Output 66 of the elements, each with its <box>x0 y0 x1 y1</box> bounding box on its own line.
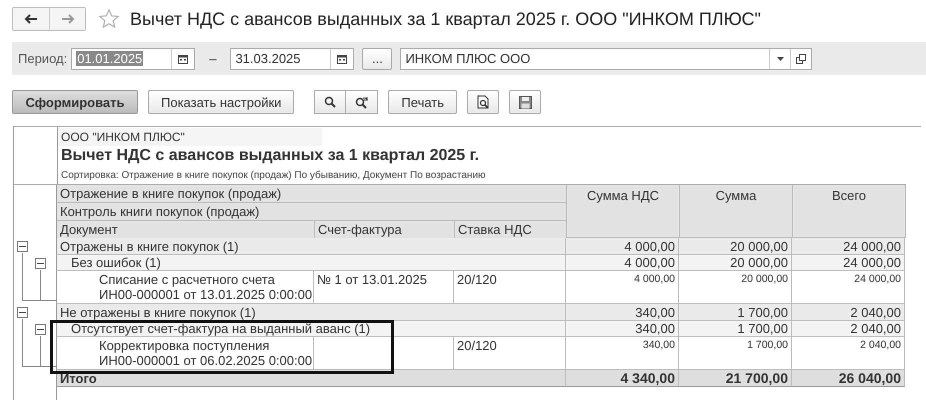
column-header: Отражение в книге покупок (продаж) <box>57 185 567 203</box>
search-refresh-icon <box>354 96 369 108</box>
report-organization: ООО "ИНКОМ ПЛЮС" <box>58 128 322 146</box>
page-magnifier-icon <box>476 95 490 109</box>
collapse-toggle[interactable] <box>17 241 28 252</box>
collapse-toggle[interactable] <box>35 258 46 269</box>
table-cell: 340,00 <box>566 321 679 337</box>
collapse-toggle[interactable] <box>17 307 28 318</box>
group-label: Не отражены в книге покупок (1) <box>56 304 566 321</box>
group-label: Отсутствует счет-фактура на выданный аванс (1) <box>56 321 566 337</box>
search-button[interactable] <box>314 90 346 114</box>
table-cell: 2 040,00 <box>792 321 905 337</box>
search-icon <box>324 96 336 108</box>
period-label: Период: <box>18 51 68 66</box>
table-cell: 340,00 <box>566 337 679 370</box>
column-header: Ставка НДС <box>455 221 567 239</box>
table-cell: 2 040,00 <box>792 337 905 370</box>
table-cell: № 1 от 13.01.2025 <box>314 271 454 304</box>
forward-arrow-icon <box>60 14 74 24</box>
table-cell: 20 000,00 <box>679 271 792 304</box>
table-cell: 4 000,00 <box>566 271 679 304</box>
save-button[interactable] <box>509 90 542 114</box>
print-button[interactable]: Печать <box>388 90 458 114</box>
preview-button[interactable] <box>467 90 500 114</box>
generate-button[interactable]: Сформировать <box>12 90 138 114</box>
table-cell: 21 700,00 <box>679 370 792 387</box>
table-cell: 24 000,00 <box>792 255 905 271</box>
table-cell: 1 700,00 <box>679 337 792 370</box>
column-header: Счет-фактура <box>315 221 455 239</box>
window-title: Вычет НДС с авансов выданных за 1 квартал 2025 г. ООО "ИНКОМ ПЛЮС" <box>130 8 761 30</box>
document-cell: Списание с расчетного счета ИН00-000001 от 13.01.2025 0:00:00 <box>56 271 314 304</box>
table-cell: 24 000,00 <box>792 238 905 255</box>
table-cell: 4 340,00 <box>566 370 679 387</box>
table-cell: 26 040,00 <box>792 370 905 387</box>
back-button[interactable] <box>13 8 49 30</box>
group-label: Отражены в книге покупок (1) <box>56 238 566 255</box>
table-cell: 20 000,00 <box>679 255 792 271</box>
table-cell: 1 700,00 <box>679 304 792 321</box>
table-cell: 20/120 <box>454 337 566 370</box>
organization-field[interactable]: ИНКОМ ПЛЮС ООО <box>400 48 812 70</box>
date-to-field[interactable]: 31.03.2025 <box>230 48 354 70</box>
column-header: Документ <box>57 221 315 239</box>
sort-note: Сортировка: Отражение в книге покупок (продаж) По убыванию, Документ По возрастанию <box>60 169 487 183</box>
table-cell: 24 000,00 <box>792 271 905 304</box>
search-refresh-button[interactable] <box>346 90 378 114</box>
table-cell: 4 000,00 <box>566 238 679 255</box>
column-header: Всего <box>793 185 906 238</box>
table-cell: 4 000,00 <box>566 255 679 271</box>
table-cell: 20 000,00 <box>679 238 792 255</box>
star-icon[interactable] <box>98 8 120 30</box>
column-header: Сумма НДС <box>567 185 680 238</box>
document-cell: Корректировка поступления ИН00-000001 от 06.02.2025 0:00:00 <box>56 337 314 370</box>
group-label: Без ошибок (1) <box>56 255 566 271</box>
table-cell: 340,00 <box>566 304 679 321</box>
table-cell: 1 700,00 <box>679 321 792 337</box>
report-title: Вычет НДС с авансов выданных за 1 квартал 2025 г. <box>60 146 480 166</box>
period-select-button[interactable]: ... <box>362 48 392 70</box>
table-cell: 20/120 <box>454 271 566 304</box>
column-header: Контроль книги покупок (продаж) <box>57 203 567 221</box>
date-from-field[interactable]: 01.01.2025 <box>71 48 196 70</box>
back-arrow-icon <box>24 14 38 24</box>
table-cell: 2 040,00 <box>792 304 905 321</box>
column-header: Сумма <box>680 185 793 238</box>
period-dash: – <box>209 51 216 66</box>
collapse-toggle[interactable] <box>35 324 46 335</box>
show-settings-button[interactable]: Показать настройки <box>148 90 294 114</box>
